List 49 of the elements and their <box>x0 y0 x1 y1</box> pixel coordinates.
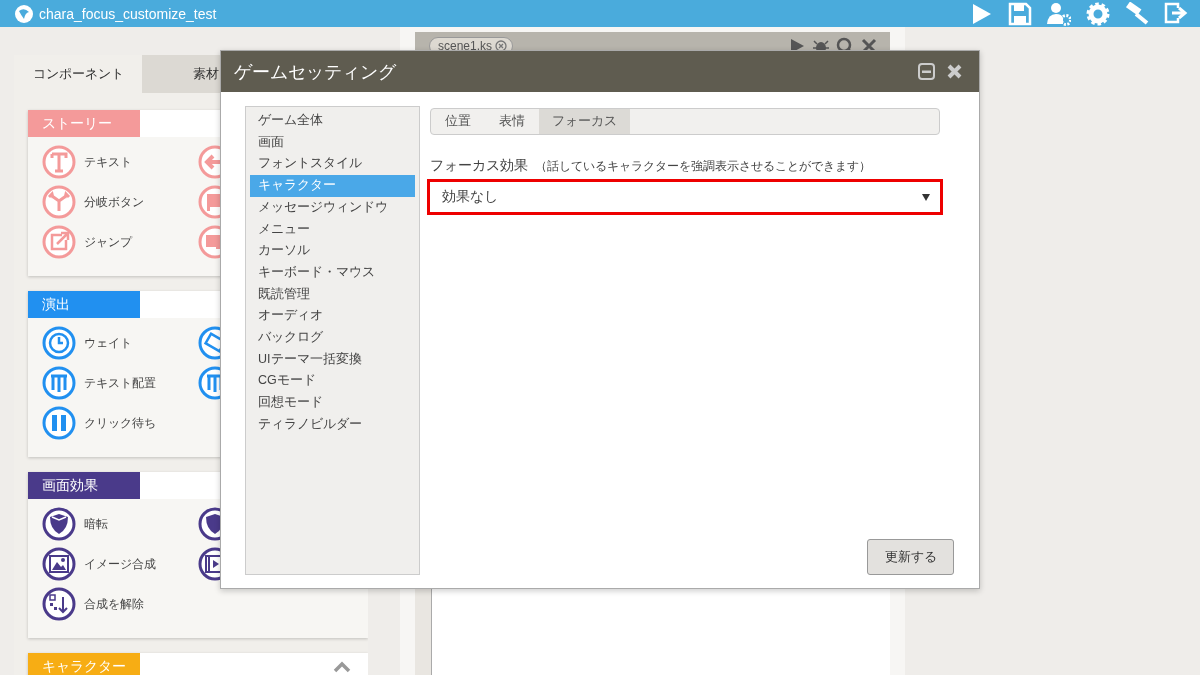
fork-arrows-icon[interactable] <box>42 185 76 219</box>
menu-item[interactable]: 回想モード <box>250 392 415 414</box>
section-title: 演出 <box>28 291 140 318</box>
menu-item[interactable]: CGモード <box>250 370 415 393</box>
logo-icon <box>14 3 34 24</box>
component-label[interactable]: テキスト <box>84 153 132 171</box>
text-align-icon[interactable] <box>42 366 76 400</box>
field-hint: （話しているキャラクターを強調表示させることができます） <box>535 159 871 173</box>
menu-item[interactable]: フォントスタイル <box>250 153 415 176</box>
component-label[interactable]: イメージ合成 <box>84 555 156 573</box>
settings-icon[interactable] <box>1086 1 1110 26</box>
dropdown[interactable]: 効果なし <box>427 179 943 215</box>
tab[interactable]: フォーカス <box>539 109 630 134</box>
menu-item[interactable]: メッセージウィンドウ <box>250 196 415 219</box>
save-icon[interactable] <box>1008 1 1032 26</box>
tab[interactable]: 位置 <box>431 109 485 134</box>
share-icon[interactable] <box>42 225 76 259</box>
component-label[interactable]: ジャンプ <box>84 233 132 251</box>
component-label[interactable]: ウェイト <box>84 334 132 352</box>
component-label[interactable]: 分岐ボタン <box>84 193 144 211</box>
caret-icon <box>922 193 930 201</box>
component-label[interactable]: 暗転 <box>84 515 108 533</box>
component-label[interactable]: 合成を解除 <box>84 595 144 613</box>
hammer-icon[interactable] <box>1125 1 1149 26</box>
section-title: ストーリー <box>28 110 140 137</box>
menu-item[interactable]: カーソル <box>250 240 415 262</box>
section-title: キャラクター <box>28 653 140 675</box>
component-label[interactable]: テキスト配置 <box>84 374 156 392</box>
menu-item[interactable]: ティラノビルダー <box>250 413 415 436</box>
component-label[interactable]: クリック待ち <box>84 414 156 432</box>
minimize-icon[interactable] <box>918 63 935 80</box>
pause-icon[interactable] <box>42 406 76 440</box>
menu-item[interactable]: メニュー <box>250 218 415 241</box>
clock-icon[interactable] <box>42 326 76 360</box>
exit-icon[interactable] <box>1164 1 1188 26</box>
section-title: 画面効果 <box>28 472 140 499</box>
shield-icon[interactable] <box>42 507 76 541</box>
image-icon[interactable] <box>42 547 76 581</box>
close-icon[interactable] <box>946 63 963 80</box>
app-title: chara_focus_customize_test <box>39 5 217 22</box>
menu-item[interactable]: バックログ <box>250 327 415 349</box>
text-icon[interactable] <box>42 145 76 179</box>
chevron-up-icon <box>333 660 351 673</box>
tab[interactable]: 表情 <box>485 109 539 134</box>
field-label: フォーカス効果 <box>430 158 528 173</box>
menu-item[interactable]: UIテーマ一括変換 <box>250 348 415 371</box>
menu-item[interactable]: キーボード・マウス <box>250 261 415 284</box>
user-gear-icon[interactable] <box>1047 1 1071 26</box>
update-button[interactable]: 更新する <box>867 539 954 575</box>
